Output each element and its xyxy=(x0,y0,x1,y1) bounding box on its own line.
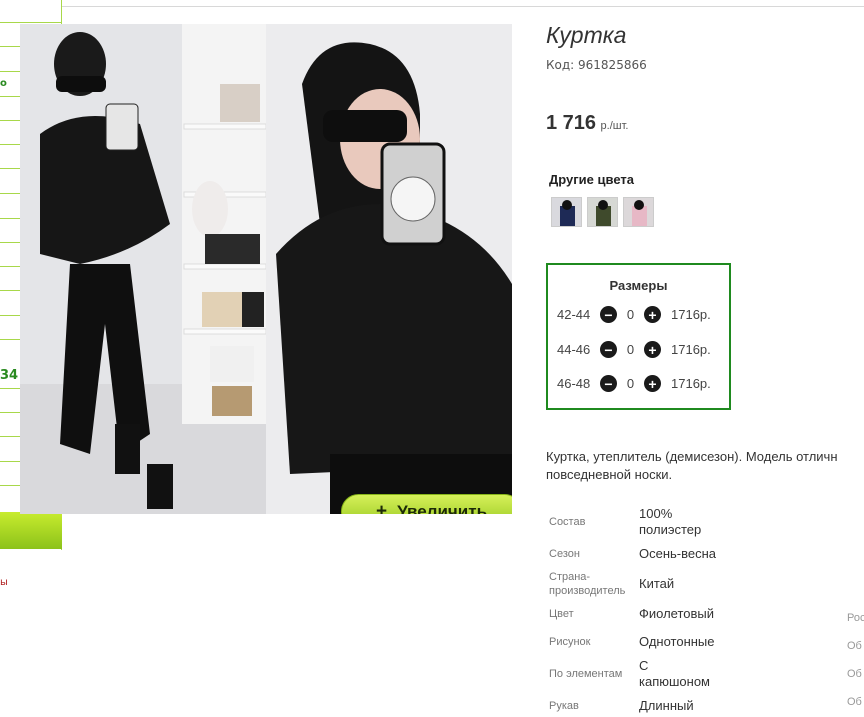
property-key: Рукав xyxy=(549,700,579,712)
size-row: 42-44 − 0 + 1716р. xyxy=(557,306,711,323)
property-key: Страна- производитель xyxy=(549,571,626,597)
property-value: Длинный xyxy=(639,698,694,713)
property-key: Сезон xyxy=(549,548,580,560)
color-swatches xyxy=(551,197,654,227)
size-label: 42-44 xyxy=(557,307,591,322)
plus-icon[interactable]: + xyxy=(644,306,661,323)
size-quantity[interactable]: 0 xyxy=(617,307,644,322)
property-key: По элементам xyxy=(549,668,623,680)
price-unit: р./шт. xyxy=(600,120,629,132)
product-photo-image xyxy=(20,24,512,514)
color-swatch-pink[interactable] xyxy=(623,197,654,227)
size-price: 1716р. xyxy=(671,376,711,391)
plus-icon[interactable]: + xyxy=(644,375,661,392)
sidebar-item-fragment[interactable]: о xyxy=(0,78,7,89)
property-key: Состав xyxy=(549,516,586,528)
size-row: 46-48 − 0 + 1716р. xyxy=(557,375,711,392)
minus-icon[interactable]: − xyxy=(600,341,617,358)
right-column-fragment: Рос xyxy=(847,612,864,624)
size-label: 44-46 xyxy=(557,342,591,357)
sizes-title: Размеры xyxy=(609,278,668,293)
product-code: Код: 961825866 xyxy=(546,58,647,72)
property-value: Осень-весна xyxy=(639,546,717,561)
zoom-button-label: Увеличить xyxy=(397,501,488,515)
size-price: 1716р. xyxy=(671,307,711,322)
product-photo[interactable]: + Увеличить xyxy=(20,24,512,514)
size-row: 44-46 − 0 + 1716р. xyxy=(557,341,711,358)
color-swatch-navy[interactable] xyxy=(551,197,582,227)
color-swatch-olive[interactable] xyxy=(587,197,618,227)
right-column-fragment: Об xyxy=(847,696,862,708)
plus-icon[interactable]: + xyxy=(644,341,661,358)
zoom-button[interactable]: + Увеличить xyxy=(341,494,512,514)
size-label: 46-48 xyxy=(557,376,591,391)
price-amount: 1 716 xyxy=(546,112,597,134)
product-price: 1 716 р./шт. xyxy=(546,112,628,135)
product-description: Куртка, утеплитель (демисезон). Модель о… xyxy=(546,449,838,482)
header-divider xyxy=(62,6,864,7)
property-value: Однотонные xyxy=(639,634,715,649)
minus-icon[interactable]: − xyxy=(600,306,617,323)
sidebar-green-button[interactable] xyxy=(0,512,62,549)
product-title: Куртка xyxy=(546,22,627,48)
plus-icon: + xyxy=(375,500,388,515)
sizes-box: Размеры 42-44 − 0 + 1716р. 44-46 − 0 + 1… xyxy=(546,263,731,410)
property-value: Китай xyxy=(639,576,675,591)
size-quantity[interactable]: 0 xyxy=(617,376,644,391)
size-quantity[interactable]: 0 xyxy=(617,342,644,357)
other-colors-title: Другие цвета xyxy=(549,172,634,187)
sidebar-divider xyxy=(0,22,62,23)
size-price: 1716р. xyxy=(671,342,711,357)
property-value: С капюшоном xyxy=(639,658,710,689)
property-value: Фиолетовый xyxy=(639,606,715,621)
property-key: Цвет xyxy=(549,608,574,620)
right-column-fragment: Об xyxy=(847,640,862,652)
sidebar-bottom-text: ы xyxy=(0,577,8,588)
property-value: 100% полиэстер xyxy=(639,506,702,537)
minus-icon[interactable]: − xyxy=(600,375,617,392)
sidebar-item-fragment[interactable]: 34 xyxy=(0,368,18,383)
property-key: Рисунок xyxy=(549,636,591,648)
right-column-fragment: Об xyxy=(847,668,862,680)
